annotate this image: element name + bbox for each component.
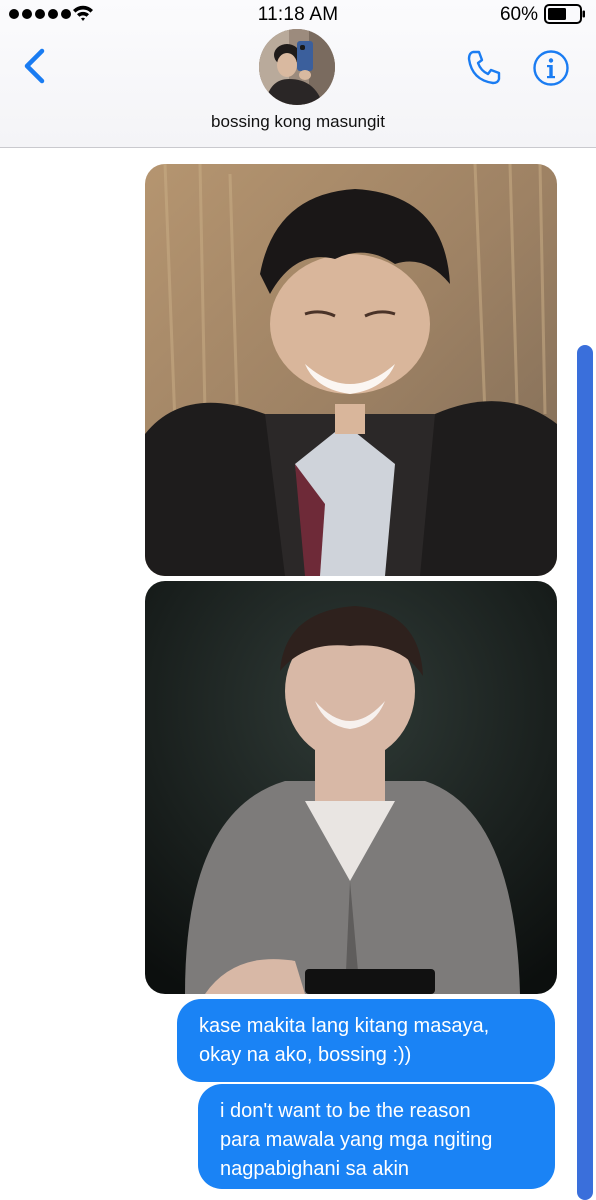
back-chevron-icon[interactable] xyxy=(18,46,52,86)
photo-laughing-dark-background xyxy=(145,581,557,994)
status-bar: 11:18 AM 60% xyxy=(0,0,596,28)
message-text-line: okay na ako, bossing :)) xyxy=(199,1044,412,1066)
message-text-line: i don't want to be the reason xyxy=(220,1100,471,1122)
message-text-line: kase makita lang kitang masaya, xyxy=(199,1015,490,1037)
battery-icon xyxy=(544,4,585,24)
outgoing-message-bubble[interactable]: kase makita lang kitang masaya, okay na … xyxy=(177,999,555,1082)
scrollbar-thumb[interactable] xyxy=(577,345,593,1200)
photo-message[interactable] xyxy=(145,164,557,576)
photo-message[interactable] xyxy=(145,581,557,994)
message-text-line: para mawala yang mga ngiting xyxy=(220,1129,493,1151)
message-text-line: nagpabighani sa akin xyxy=(220,1158,410,1180)
info-icon[interactable] xyxy=(532,49,570,87)
outgoing-message-bubble[interactable]: i don't want to be the reason para mawal… xyxy=(198,1084,555,1189)
photo-laughing-outdoors xyxy=(145,164,557,576)
contact-avatar[interactable] xyxy=(259,29,335,105)
contact-name[interactable]: bossing kong masungit xyxy=(0,112,596,132)
phone-icon[interactable] xyxy=(464,47,504,87)
conversation-header: 11:18 AM 60% bossing kong masungit xyxy=(0,0,596,148)
battery-percentage: 60% xyxy=(499,4,538,25)
